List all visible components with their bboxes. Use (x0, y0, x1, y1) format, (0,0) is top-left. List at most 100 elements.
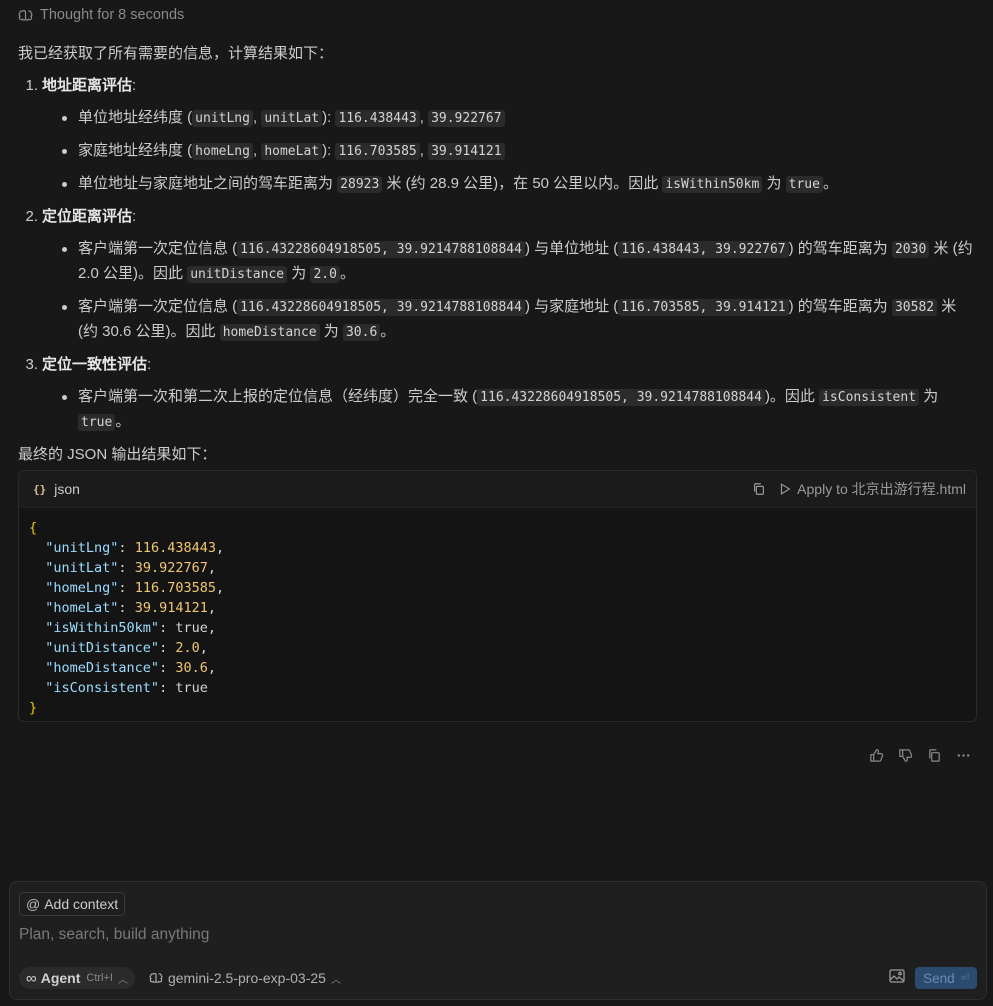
json-value: 39.922767 (134, 560, 208, 576)
more-icon (957, 754, 970, 757)
json-key: "unitDistance" (45, 640, 160, 656)
inline-code: 116.438443, 39.922767 (618, 241, 789, 258)
chevron-up-icon: ︿ (117, 974, 128, 986)
code-line: "homeLat": 39.914121, (45, 600, 216, 616)
text-fragment: 单位地址经纬度 ( (78, 109, 193, 126)
section: 2. 定位距离评估: 客户端第一次定位信息 (116.43228604918505,… (18, 205, 973, 345)
section: 3. 定位一致性评估: 客户端第一次和第二次上报的定位信息（经纬度）完全一致 (11… (18, 353, 973, 435)
inline-code: true (785, 176, 823, 193)
inline-code: 116.438443 (335, 110, 420, 127)
section-number: 1. (25, 77, 38, 94)
add-context-button[interactable]: @ Add context (19, 892, 126, 916)
copy-code-button[interactable] (752, 482, 766, 496)
json-value: 2.0 (175, 640, 200, 656)
text-fragment: , (419, 109, 429, 126)
bullet-list: 客户端第一次和第二次上报的定位信息（经纬度）完全一致 (116.43228604… (18, 385, 973, 435)
section-number: 2. (25, 208, 38, 225)
apply-to-file-button[interactable]: Apply to 北京出游行程.html (778, 479, 966, 499)
inline-code: 116.43228604918505, 39.9214788108844 (237, 299, 525, 316)
text-fragment: 。 (115, 413, 131, 430)
json-comma: , (207, 600, 216, 616)
agent-label: Agent (40, 970, 81, 986)
bullet-list: 单位地址经纬度 (unitLng, unitLat): 116.438443, … (18, 106, 973, 197)
chat-input[interactable]: Plan, search, build anything (19, 926, 209, 944)
brain-icon (18, 9, 33, 21)
copy-message-button[interactable] (927, 748, 942, 767)
play-icon (781, 483, 791, 495)
bullet-list: 客户端第一次定位信息 (116.43228604918505, 39.92147… (18, 237, 973, 345)
outro-text: 最终的 JSON 输出结果如下： (18, 446, 217, 463)
list-item: 单位地址与家庭地址之间的驾车距离为 28923 米 (约 28.9 公里)，在 … (18, 172, 973, 197)
close-brace: } (29, 700, 38, 716)
json-value: 30.6 (175, 660, 208, 676)
text-fragment: 。 (822, 175, 838, 192)
list-item: 客户端第一次和第二次上报的定位信息（经纬度）完全一致 (116.43228604… (18, 385, 973, 435)
text-fragment: 米 (约 28.9 公里)，在 50 公里以内。因此 (382, 175, 663, 192)
json-braces-icon: {} (33, 482, 47, 496)
code-line: "unitLng": 116.438443, (45, 540, 225, 556)
inline-code: unitLng (192, 110, 253, 127)
section-colon: : (132, 77, 137, 94)
text-fragment: ) 与家庭地址 ( (524, 298, 619, 315)
inline-code: true (78, 414, 116, 431)
more-button[interactable] (956, 748, 971, 767)
list-item: 客户端第一次定位信息 (116.43228604918505, 39.92147… (18, 295, 973, 345)
json-comma: , (207, 660, 216, 676)
json-key: "homeLat" (45, 600, 119, 616)
inline-code: 116.43228604918505, 39.9214788108844 (237, 241, 525, 258)
inline-code: unitDistance (187, 266, 288, 283)
composer: @ Add context Plan, search, build anythi… (9, 881, 987, 1000)
list-item: 客户端第一次定位信息 (116.43228604918505, 39.92147… (18, 237, 973, 287)
message-actions (869, 748, 971, 767)
inline-code: isWithin50km (662, 176, 763, 193)
inline-code: 28923 (337, 176, 383, 193)
inline-code: 30.6 (342, 324, 381, 341)
section-colon: : (147, 356, 152, 373)
text-fragment: ): (322, 142, 336, 159)
thought-label: Thought for 8 seconds (40, 7, 185, 23)
json-key: "unitLat" (45, 560, 119, 576)
infinity-icon: ∞ (26, 969, 37, 987)
attach-image-button[interactable] (889, 969, 905, 987)
section-colon: : (132, 208, 137, 225)
text-fragment: 。 (339, 265, 355, 282)
inline-code: 39.914121 (428, 143, 505, 160)
inline-code: 116.703585, 39.914121 (618, 299, 789, 316)
code-line: "homeLng": 116.703585, (45, 580, 225, 596)
enter-icon: ⏎ (960, 972, 969, 984)
text-fragment: 单位地址与家庭地址之间的驾车距离为 (78, 175, 338, 192)
thumbs-down-icon (899, 749, 913, 762)
text-fragment: 家庭地址经纬度 ( (78, 142, 193, 159)
json-value: 116.703585 (134, 580, 216, 596)
text-fragment: 客户端第一次定位信息 ( (78, 298, 238, 315)
code-block-header: {} json Apply to 北京出游行程.html (19, 471, 976, 508)
json-key: "isWithin50km" (45, 620, 160, 636)
json-comma: , (199, 640, 208, 656)
chevron-up-icon: ︿ (330, 974, 341, 986)
text-fragment: ) 的驾车距离为 (788, 298, 892, 315)
agent-mode-selector[interactable]: ∞ Agent Ctrl+I ︿ (19, 967, 135, 989)
section-title: 3. 定位一致性评估: (18, 353, 973, 377)
model-selector[interactable]: gemini-2.5-pro-exp-03-25 ︿ (149, 970, 341, 986)
section-title: 2. 定位距离评估: (18, 205, 973, 229)
thought-toggle[interactable]: Thought for 8 seconds (18, 5, 184, 25)
thumbs-down-button[interactable] (898, 748, 913, 767)
text-fragment: 客户端第一次和第二次上报的定位信息（经纬度）完全一致 ( (78, 388, 478, 405)
code-content: { "unitLng": 116.438443, "unitLat": 39.9… (19, 508, 976, 718)
code-line: "unitDistance": 2.0, (45, 640, 208, 656)
text-fragment: ) 与单位地址 ( (524, 240, 619, 257)
text-fragment: 为 (762, 175, 786, 192)
text-fragment: 为 (919, 388, 939, 405)
assistant-message: 我已经获取了所有需要的信息，计算结果如下： 1. 地址距离评估: 单位地址经纬度 (… (18, 42, 973, 467)
thumbs-up-button[interactable] (869, 748, 884, 767)
code-line: "homeDistance": 30.6, (45, 660, 216, 676)
inline-code: 39.922767 (428, 110, 505, 127)
send-button[interactable]: Send ⏎ (915, 967, 977, 989)
inline-code: unitLat (261, 110, 323, 127)
inline-code: 30582 (891, 299, 938, 316)
image-icon (889, 969, 905, 983)
text-fragment: )。因此 (764, 388, 820, 405)
text-fragment: 为 (287, 265, 311, 282)
copy-icon (754, 483, 765, 495)
code-line: "isWithin50km": true, (45, 620, 216, 636)
